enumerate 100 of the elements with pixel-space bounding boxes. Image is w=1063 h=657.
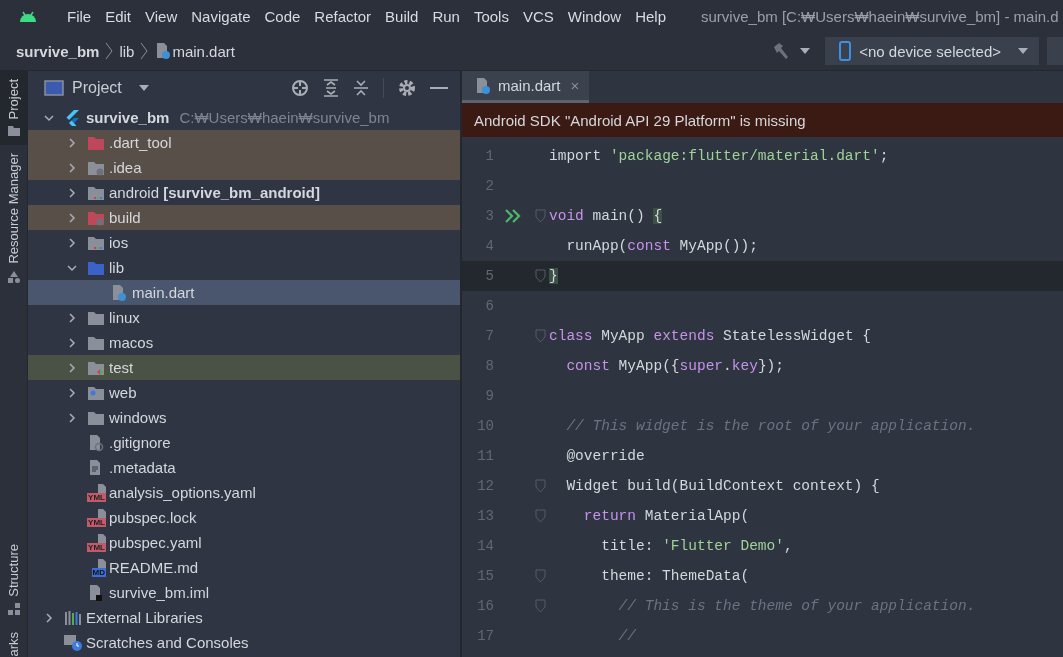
code-line: runApp(const MyApp());	[565, 238, 758, 254]
code-line: const MyApp({super.key});	[565, 358, 784, 374]
tree-item-label: .idea	[109, 159, 142, 176]
caret-icon	[799, 47, 812, 55]
menu-item[interactable]: Tools	[466, 7, 516, 25]
tree-item-label: macos	[109, 334, 154, 351]
minimize-icon	[430, 86, 448, 90]
tree-item[interactable]: linux	[28, 305, 460, 330]
tool-window-label: Resource Manager	[6, 153, 21, 265]
folder-icon	[87, 184, 105, 201]
expanded-chevron-icon	[44, 112, 54, 123]
module-file-icon	[87, 583, 105, 602]
tree-item[interactable]: build	[28, 205, 460, 230]
chevron-icon	[140, 42, 149, 60]
menu-item[interactable]: VCS	[515, 7, 561, 25]
menu-item[interactable]: Build	[378, 7, 426, 25]
code-line: Widget build(BuildContext context) {	[565, 478, 880, 494]
expanded-chevron-icon	[67, 262, 77, 273]
collapsed-chevron-icon	[67, 337, 77, 348]
code-line: return MaterialApp(	[582, 508, 750, 524]
code-line: class MyApp extends StatelessWidget {	[549, 328, 871, 344]
line-number: 5	[484, 268, 494, 284]
tree-item-label: linux	[109, 309, 140, 326]
tree-item[interactable]: YML analysis_options.yaml	[28, 480, 460, 505]
tree-item[interactable]: survive_bm.iml	[28, 580, 460, 605]
tree-item[interactable]: lib	[28, 255, 460, 280]
scratches-icon	[63, 633, 83, 652]
tree-item[interactable]: windows	[28, 405, 460, 430]
phone-icon	[839, 41, 852, 61]
tree-item-label: Scratches and Consoles	[86, 634, 249, 651]
collapsed-chevron-icon	[67, 137, 77, 148]
menu-item[interactable]: Code	[257, 7, 308, 25]
tree-item[interactable]: MD README.md	[28, 555, 460, 580]
expand-all-icon	[323, 79, 339, 97]
tree-item-label: analysis_options.yaml	[109, 484, 256, 501]
collapsed-chevron-icon	[67, 237, 77, 248]
tree-item-label: lib	[109, 259, 124, 276]
menu-item[interactable]: Refactor	[307, 7, 379, 25]
tree-item[interactable]: YML pubspec.lock	[28, 505, 460, 530]
tree-item[interactable]: YML pubspec.yaml	[28, 530, 460, 555]
file-icon	[96, 533, 106, 543]
collapsed-chevron-icon	[44, 612, 54, 623]
tree-item-label: .gitignore	[109, 434, 171, 451]
tree-item[interactable]: .gitignore	[28, 430, 460, 455]
menu-item[interactable]: Run	[425, 7, 467, 25]
tool-window-tab[interactable]: arks	[0, 624, 27, 657]
libraries-icon	[64, 609, 82, 626]
menu-item[interactable]: Help	[628, 7, 674, 25]
folder-icon	[87, 134, 105, 151]
tree-item[interactable]: .idea	[28, 155, 460, 180]
menu-item[interactable]: Edit	[98, 7, 139, 25]
collapse-all-icon	[353, 79, 369, 97]
structure-icon	[6, 602, 21, 617]
tree-item-label: build	[109, 209, 141, 226]
breadcrumb[interactable]: main.dart	[172, 42, 235, 60]
menu-item[interactable]: Navigate	[184, 7, 258, 25]
panel-title: Project	[72, 79, 122, 97]
tree-item[interactable]: External Libraries	[28, 605, 460, 630]
tree-item[interactable]: ios	[28, 230, 460, 255]
tool-window-tab[interactable]: Project	[0, 71, 27, 146]
folder-icon	[87, 209, 105, 226]
tree-item-label: README.md	[109, 559, 199, 576]
tree-item-label: survive_bm	[86, 109, 170, 126]
device-selector[interactable]: <no device selected>	[825, 37, 1039, 65]
collapsed-chevron-icon	[67, 187, 77, 198]
tree-item[interactable]: macos	[28, 330, 460, 355]
code-line: import 'package:flutter/material.dart';	[549, 148, 889, 164]
folder-icon	[87, 409, 105, 426]
tree-item[interactable]: android [survive_bm_android]	[28, 180, 460, 205]
menu-item[interactable]: File	[60, 7, 99, 25]
file-type-label: MD	[91, 567, 106, 577]
file-icon	[96, 508, 106, 518]
file-type-label: YML	[87, 517, 106, 527]
tree-item[interactable]: main.dart	[28, 280, 460, 305]
tool-window-label: Structure	[6, 543, 21, 597]
collapsed-chevron-icon	[67, 212, 77, 223]
tree-item[interactable]: test	[28, 355, 460, 380]
tool-window-tab[interactable]: Resource Manager	[0, 145, 27, 293]
window-icon	[44, 80, 64, 96]
tree-item-label: android [survive_bm_android]	[109, 184, 320, 201]
folder-icon	[87, 234, 105, 251]
project-path: C:₩Users₩haein₩survive_bm	[179, 109, 390, 126]
editor-tab[interactable]: main.dart ×	[462, 71, 590, 103]
tree-item-label: test	[109, 359, 134, 376]
caret-icon	[1017, 47, 1029, 55]
tool-window-tab[interactable]: Structure	[0, 535, 27, 625]
tree-item[interactable]: survive_bm C:₩Users₩haein₩survive_bm	[28, 105, 460, 130]
menu-item[interactable]: Window	[560, 7, 629, 25]
crosshair-icon	[291, 79, 309, 97]
code-line: void main() {	[549, 208, 663, 224]
tree-item[interactable]: web	[28, 380, 460, 405]
dart-file-icon	[110, 283, 128, 302]
dart-file-icon	[154, 42, 173, 60]
tree-item[interactable]: Scratches and Consoles	[28, 630, 460, 655]
tree-item[interactable]: .dart_tool	[28, 130, 460, 155]
breadcrumb[interactable]: lib	[119, 42, 135, 60]
breadcrumb[interactable]: survive_bm	[16, 42, 100, 60]
tree-item[interactable]: .metadata	[28, 455, 460, 480]
file-type-label: YML	[87, 542, 106, 552]
menu-item[interactable]: View	[138, 7, 185, 25]
